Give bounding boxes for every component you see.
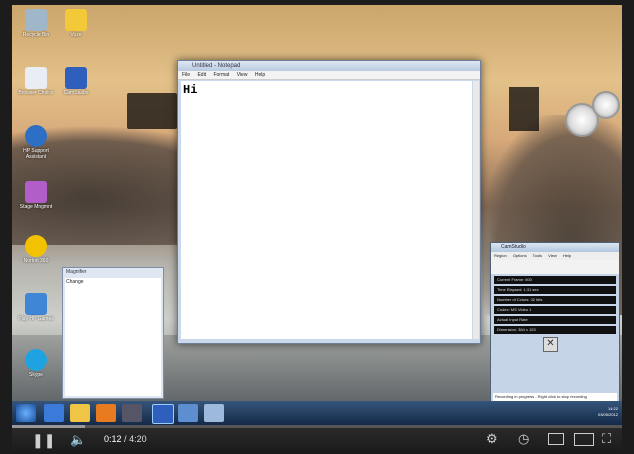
menu-file[interactable]: File: [182, 72, 190, 78]
duration: 4:20: [129, 434, 147, 444]
settings-gear-icon[interactable]: ⚙: [486, 431, 498, 447]
camstudio-title: CamStudio: [491, 243, 619, 252]
volume-icon[interactable]: 🔈: [70, 432, 86, 448]
menu-edit[interactable]: Edit: [197, 72, 206, 78]
magnifier-body: Change: [65, 278, 161, 396]
notepad-menu: File Edit Format View Help: [178, 71, 480, 80]
skype-icon: [25, 349, 47, 371]
notepad-scrollbar[interactable]: [473, 81, 479, 339]
video-area[interactable]: Recycle Bin Vuze Browser Choice CamStudi…: [12, 5, 622, 425]
camera-icon[interactable]: [122, 404, 142, 422]
notepad-task-icon[interactable]: [204, 404, 224, 422]
vuze-icon: [65, 9, 87, 31]
menu-help[interactable]: Help: [255, 72, 265, 78]
system-clock[interactable]: 14:22 03/05/2012: [598, 406, 618, 418]
camstudio-window[interactable]: CamStudio Region Options Tools View Help…: [490, 242, 620, 404]
magnifier-title: Magnifier: [66, 269, 87, 275]
media-player-icon[interactable]: [96, 404, 116, 422]
desktop-icon-browser-choice[interactable]: Browser Choice: [14, 67, 58, 96]
notepad-window[interactable]: Untitled - Notepad File Edit Format View…: [177, 60, 481, 344]
desktop-icon-hp-games[interactable]: Play HP Games: [14, 293, 58, 322]
menu-view[interactable]: View: [237, 72, 248, 78]
desktop-icon-stage[interactable]: Stage Mngmnt: [14, 181, 58, 210]
notepad-title: Untitled - Notepad: [178, 61, 480, 71]
hp-games-icon: [25, 293, 47, 315]
pause-icon[interactable]: ❚❚: [32, 432, 55, 449]
desktop-icon-hp-support[interactable]: HP Support Assistant: [14, 125, 58, 160]
media-gadget[interactable]: [127, 93, 177, 129]
browser-choice-icon: [25, 67, 47, 89]
current-time: 0:12: [104, 434, 122, 444]
progress-bar[interactable]: [12, 425, 622, 428]
cam-stat-row: Dimension: 384 x 153: [494, 326, 616, 334]
recycle-bin-icon: [25, 9, 47, 31]
magnifier-window[interactable]: Magnifier Change: [62, 267, 164, 399]
start-button[interactable]: [16, 404, 36, 422]
desktop-icon-norton[interactable]: Norton 360: [14, 235, 58, 264]
camstudio-icon: [65, 67, 87, 89]
cam-menu-region[interactable]: Region: [494, 253, 507, 258]
cam-menu-help[interactable]: Help: [563, 253, 571, 258]
cam-stat-row: Current Frame: 600: [494, 276, 616, 284]
time-display: 0:12 / 4:20: [104, 434, 147, 444]
explorer-icon[interactable]: [70, 404, 90, 422]
desktop-icon-skype[interactable]: Skype: [14, 349, 58, 378]
camstudio-task-icon[interactable]: [152, 404, 174, 424]
video-player: Recycle Bin Vuze Browser Choice CamStudi…: [0, 0, 634, 454]
camstudio-toolbar[interactable]: [491, 260, 619, 274]
camstudio-menu: Region Options Tools View Help: [491, 252, 619, 260]
memory-gauge-icon: [592, 91, 620, 119]
watch-later-clock-icon[interactable]: ◷: [518, 431, 529, 447]
desktop-icon-vuze[interactable]: Vuze: [54, 9, 98, 38]
cam-stat-row: Time Elapsed: 1:31 sec: [494, 286, 616, 294]
app-task-icon[interactable]: [178, 404, 198, 422]
player-controls: ❚❚ 🔈 0:12 / 4:20 ⚙ ◷ ⛶: [12, 425, 622, 454]
cam-stat-row: Actual Input Rate: [494, 316, 616, 324]
taskbar: 14:22 03/05/2012: [12, 401, 622, 425]
cam-menu-view[interactable]: View: [548, 253, 557, 258]
side-gadget[interactable]: [509, 87, 539, 131]
small-player-icon[interactable]: [548, 433, 564, 445]
fullscreen-icon[interactable]: ⛶: [602, 431, 611, 447]
norton-icon: [25, 235, 47, 257]
close-icon[interactable]: ✕: [543, 337, 558, 352]
buffered-bar: [12, 425, 86, 428]
camstudio-status: Recording in progress - Right click to s…: [493, 393, 617, 401]
cam-stat-row: Number of Colors: 32 bits: [494, 296, 616, 304]
cam-menu-options[interactable]: Options: [513, 253, 527, 258]
desktop-icon-recycle-bin[interactable]: Recycle Bin: [14, 9, 58, 38]
desktop-icon-camstudio[interactable]: CamStudio: [54, 67, 98, 96]
notepad-text-area[interactable]: Hi: [181, 81, 472, 339]
hp-support-icon: [25, 125, 47, 147]
stage-icon: [25, 181, 47, 203]
cam-stat-row: Codec: MS Video 1: [494, 306, 616, 314]
large-player-icon[interactable]: [574, 433, 594, 446]
ie-icon[interactable]: [44, 404, 64, 422]
cam-menu-tools[interactable]: Tools: [533, 253, 542, 258]
menu-format[interactable]: Format: [213, 72, 229, 78]
